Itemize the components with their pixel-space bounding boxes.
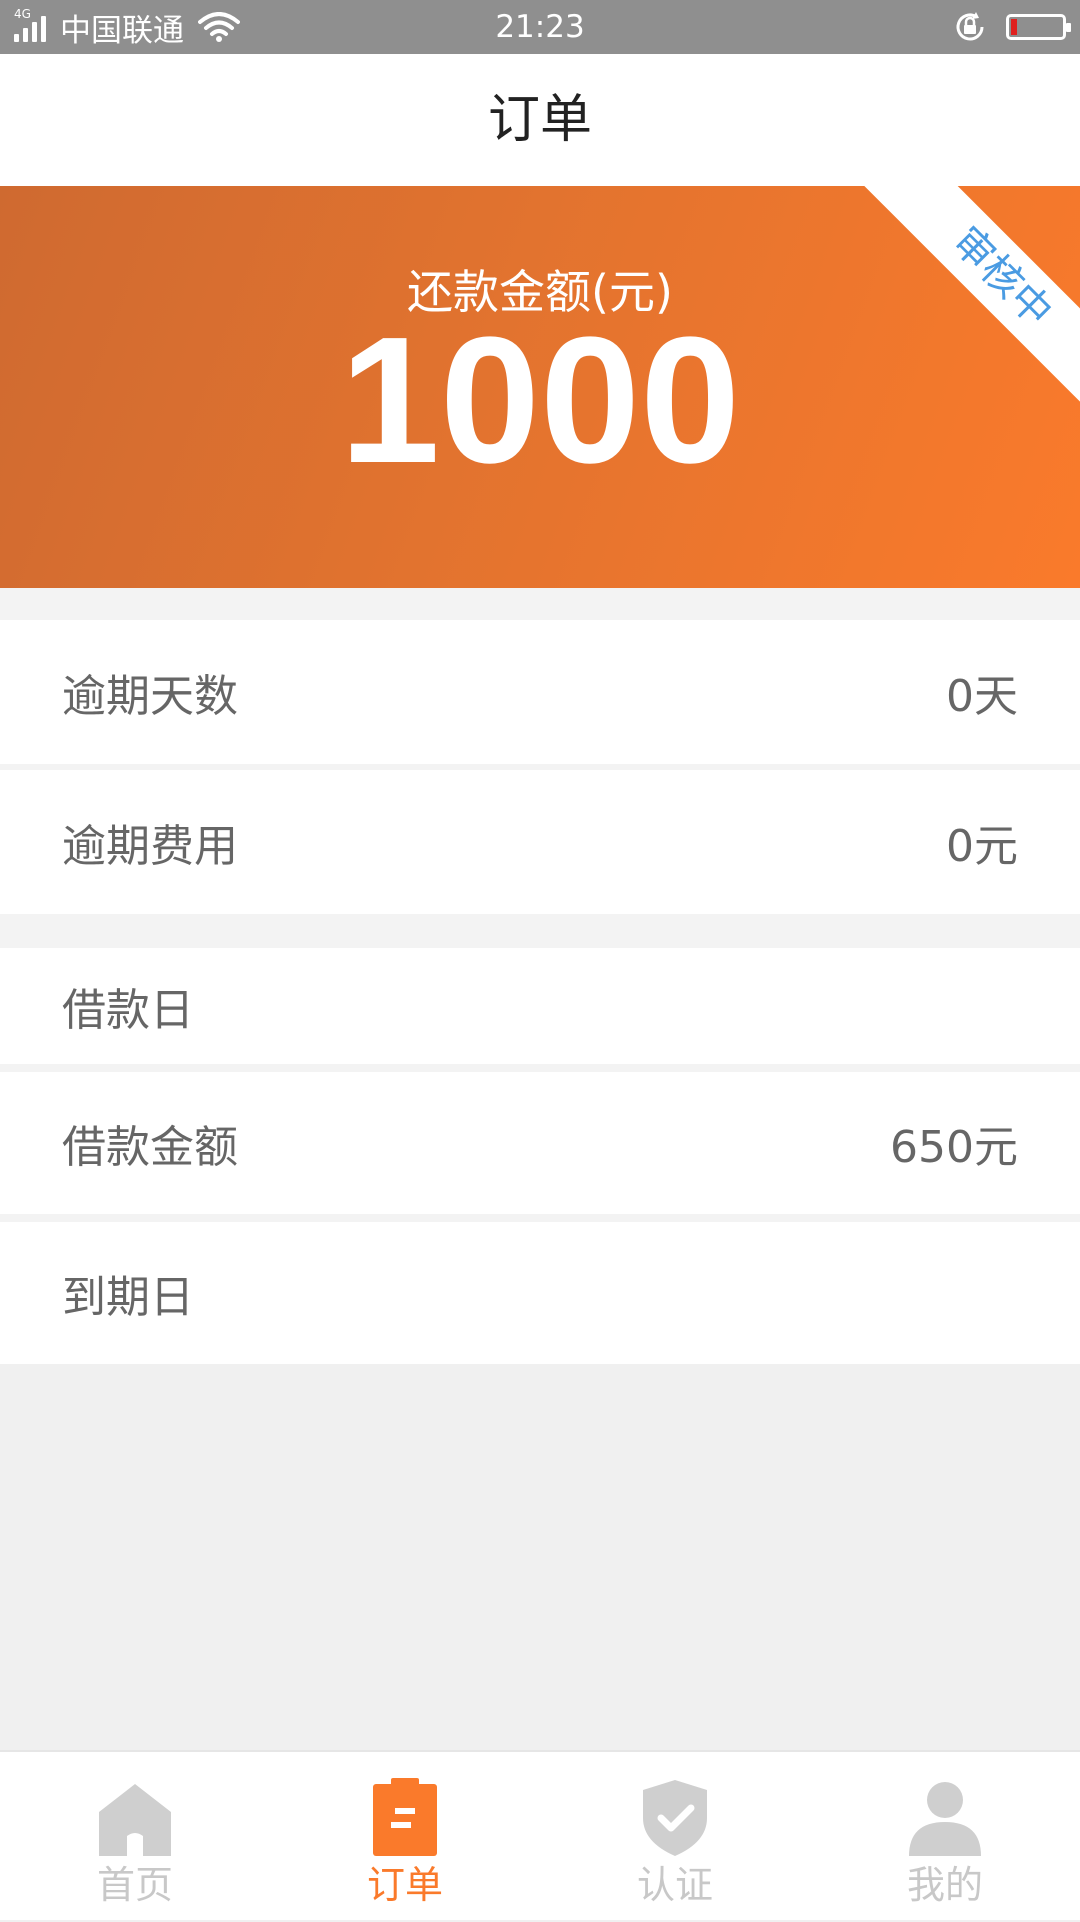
- row-label: 逾期天数: [62, 671, 238, 722]
- repayment-amount: 1000: [339, 300, 741, 501]
- nav-item-home[interactable]: 首页: [0, 1752, 270, 1922]
- row-value: 650元: [890, 1122, 1018, 1173]
- detail-row-overdue-days: 逾期天数 0天: [0, 620, 1080, 764]
- row-label: 借款日: [62, 985, 194, 1036]
- page-title: 订单: [487, 90, 592, 150]
- row-label: 借款金额: [62, 1122, 238, 1173]
- detail-row-loan-amount: 借款金额 650元: [0, 1072, 1080, 1214]
- nav-label: 订单: [366, 1863, 443, 1907]
- bottom-nav: 首页 订单 认证 我的: [0, 1750, 1080, 1920]
- nav-item-verify[interactable]: 认证: [540, 1752, 810, 1922]
- status-bar: 4G 中国联通 21:23: [0, 0, 1080, 54]
- detail-row-overdue-fee: 逾期费用 0元: [0, 770, 1080, 914]
- battery-icon: [1006, 14, 1071, 40]
- row-divider: [0, 1214, 1080, 1222]
- nav-label: 首页: [96, 1863, 173, 1907]
- detail-row-loan-date: 借款日: [0, 948, 1080, 1064]
- status-time: 21:23: [495, 9, 585, 45]
- section-gap: [0, 914, 1080, 948]
- nav-item-mine[interactable]: 我的: [810, 1752, 1080, 1922]
- repayment-banner: 还款金额(元) 1000 审核中: [0, 186, 1080, 588]
- home-icon: [99, 1784, 171, 1856]
- battery-level: [1011, 19, 1017, 35]
- nav-label: 我的: [906, 1863, 983, 1907]
- row-label: 到期日: [62, 1272, 194, 1323]
- shield-check-icon: [643, 1780, 707, 1856]
- detail-row-due-date: 到期日: [0, 1222, 1080, 1364]
- nav-item-orders[interactable]: 订单: [270, 1752, 540, 1922]
- nav-label: 认证: [636, 1863, 713, 1907]
- user-icon: [909, 1782, 981, 1856]
- row-value: 0天: [946, 671, 1018, 722]
- section-gap: [0, 588, 1080, 620]
- row-value: 0元: [946, 821, 1018, 872]
- status-right: [952, 0, 1071, 54]
- app-header: 订单: [0, 54, 1080, 186]
- row-divider: [0, 1064, 1080, 1072]
- row-label: 逾期费用: [62, 821, 238, 872]
- order-icon: [373, 1778, 437, 1856]
- rotation-lock-icon: [956, 12, 984, 41]
